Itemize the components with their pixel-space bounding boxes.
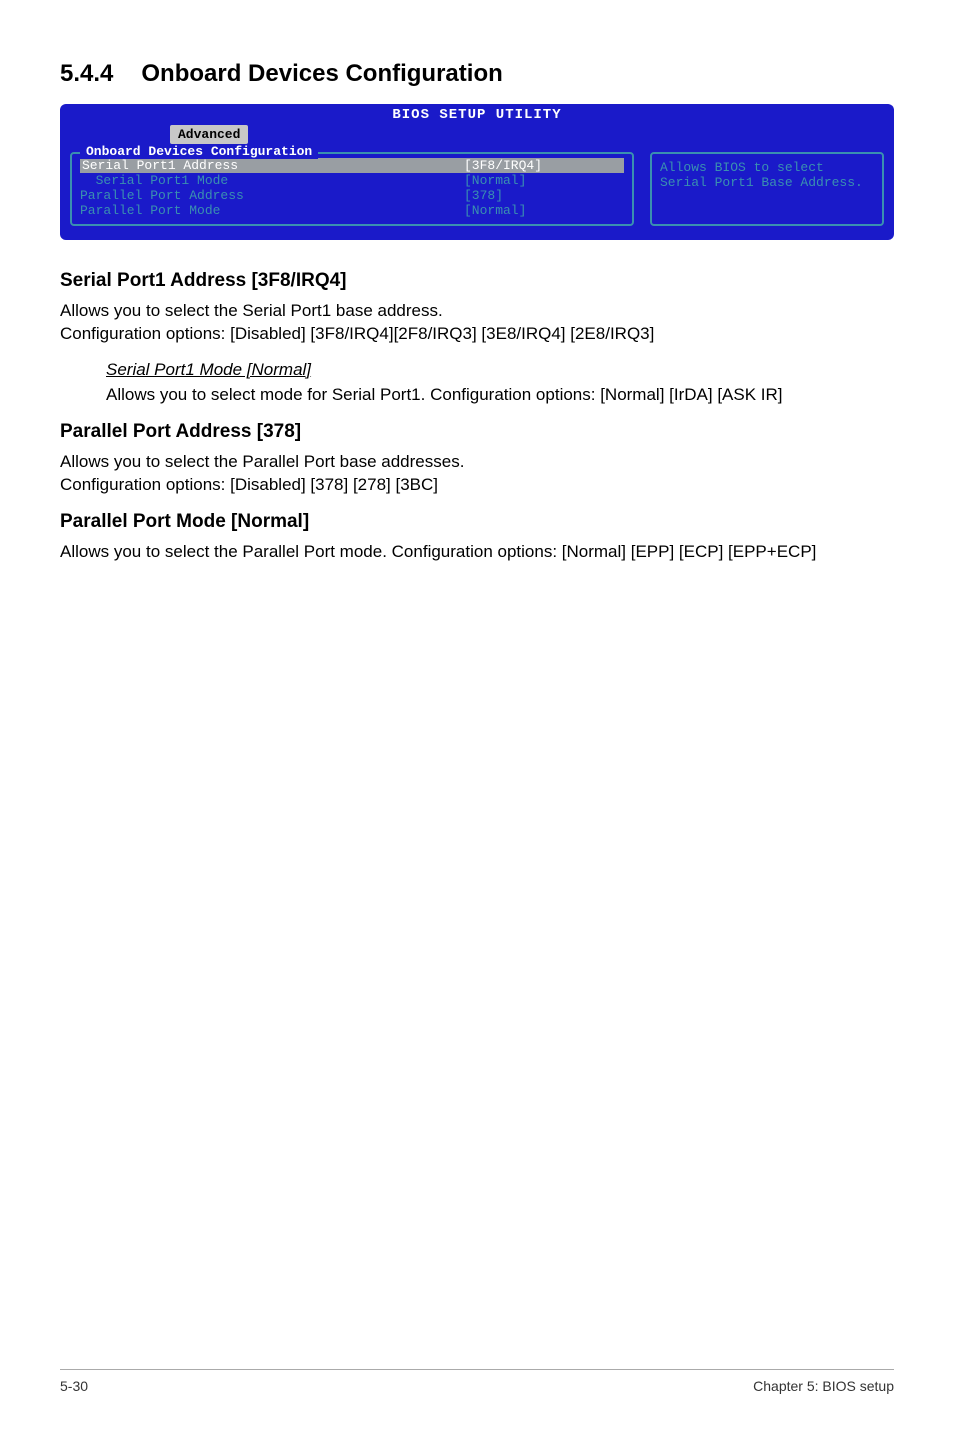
section-heading: 5.4.4 Onboard Devices Configuration: [60, 60, 894, 88]
bios-option-row: Serial Port1 Mode[Normal]: [80, 173, 624, 188]
bios-tab-advanced: Advanced: [170, 125, 248, 144]
bios-screenshot: BIOS SETUP UTILITY Advanced Onboard Devi…: [60, 104, 894, 240]
bios-options-panel: Onboard Devices Configuration Serial Por…: [70, 152, 634, 226]
bios-option-row: Parallel Port Address[378]: [80, 188, 624, 203]
bios-panel-title: Onboard Devices Configuration: [80, 144, 318, 159]
bios-option-row: Parallel Port Mode[Normal]: [80, 203, 624, 218]
subsection-body: Allows you to select the Parallel Port b…: [60, 451, 894, 497]
bios-option-value: [Normal]: [464, 173, 624, 188]
subsection-heading: Serial Port1 Address [3F8/IRQ4]: [60, 270, 894, 292]
subsection-heading: Parallel Port Address [378]: [60, 421, 894, 443]
bios-option-label: Parallel Port Address: [80, 188, 464, 203]
bios-header: BIOS SETUP UTILITY Advanced: [60, 104, 894, 146]
section-number: 5.4.4: [60, 60, 113, 88]
bios-option-label: Serial Port1 Mode: [80, 173, 464, 188]
bios-app-title: BIOS SETUP UTILITY: [60, 107, 894, 123]
option-body: Allows you to select mode for Serial Por…: [106, 384, 894, 407]
bios-option-row: Serial Port1 Address[3F8/IRQ4]: [80, 158, 624, 173]
page-footer: 5-30 Chapter 5: BIOS setup: [60, 1369, 894, 1394]
subsection-body: Allows you to select the Parallel Port m…: [60, 541, 894, 564]
subsection-heading: Parallel Port Mode [Normal]: [60, 511, 894, 533]
bios-option-label: Serial Port1 Address: [80, 158, 464, 173]
bios-option-value: [378]: [464, 188, 624, 203]
bios-help-text: Allows BIOS to select Serial Port1 Base …: [650, 152, 884, 226]
bios-option-value: [Normal]: [464, 203, 624, 218]
page-number: 5-30: [60, 1378, 88, 1394]
option-title: Serial Port1 Mode [Normal]: [106, 360, 894, 380]
bios-option-label: Parallel Port Mode: [80, 203, 464, 218]
chapter-title: Chapter 5: BIOS setup: [753, 1378, 894, 1394]
option-block: Serial Port1 Mode [Normal] Allows you to …: [106, 360, 894, 407]
subsection-body: Allows you to select the Serial Port1 ba…: [60, 300, 894, 346]
section-title: Onboard Devices Configuration: [141, 60, 502, 88]
bios-option-value: [3F8/IRQ4]: [464, 158, 624, 173]
